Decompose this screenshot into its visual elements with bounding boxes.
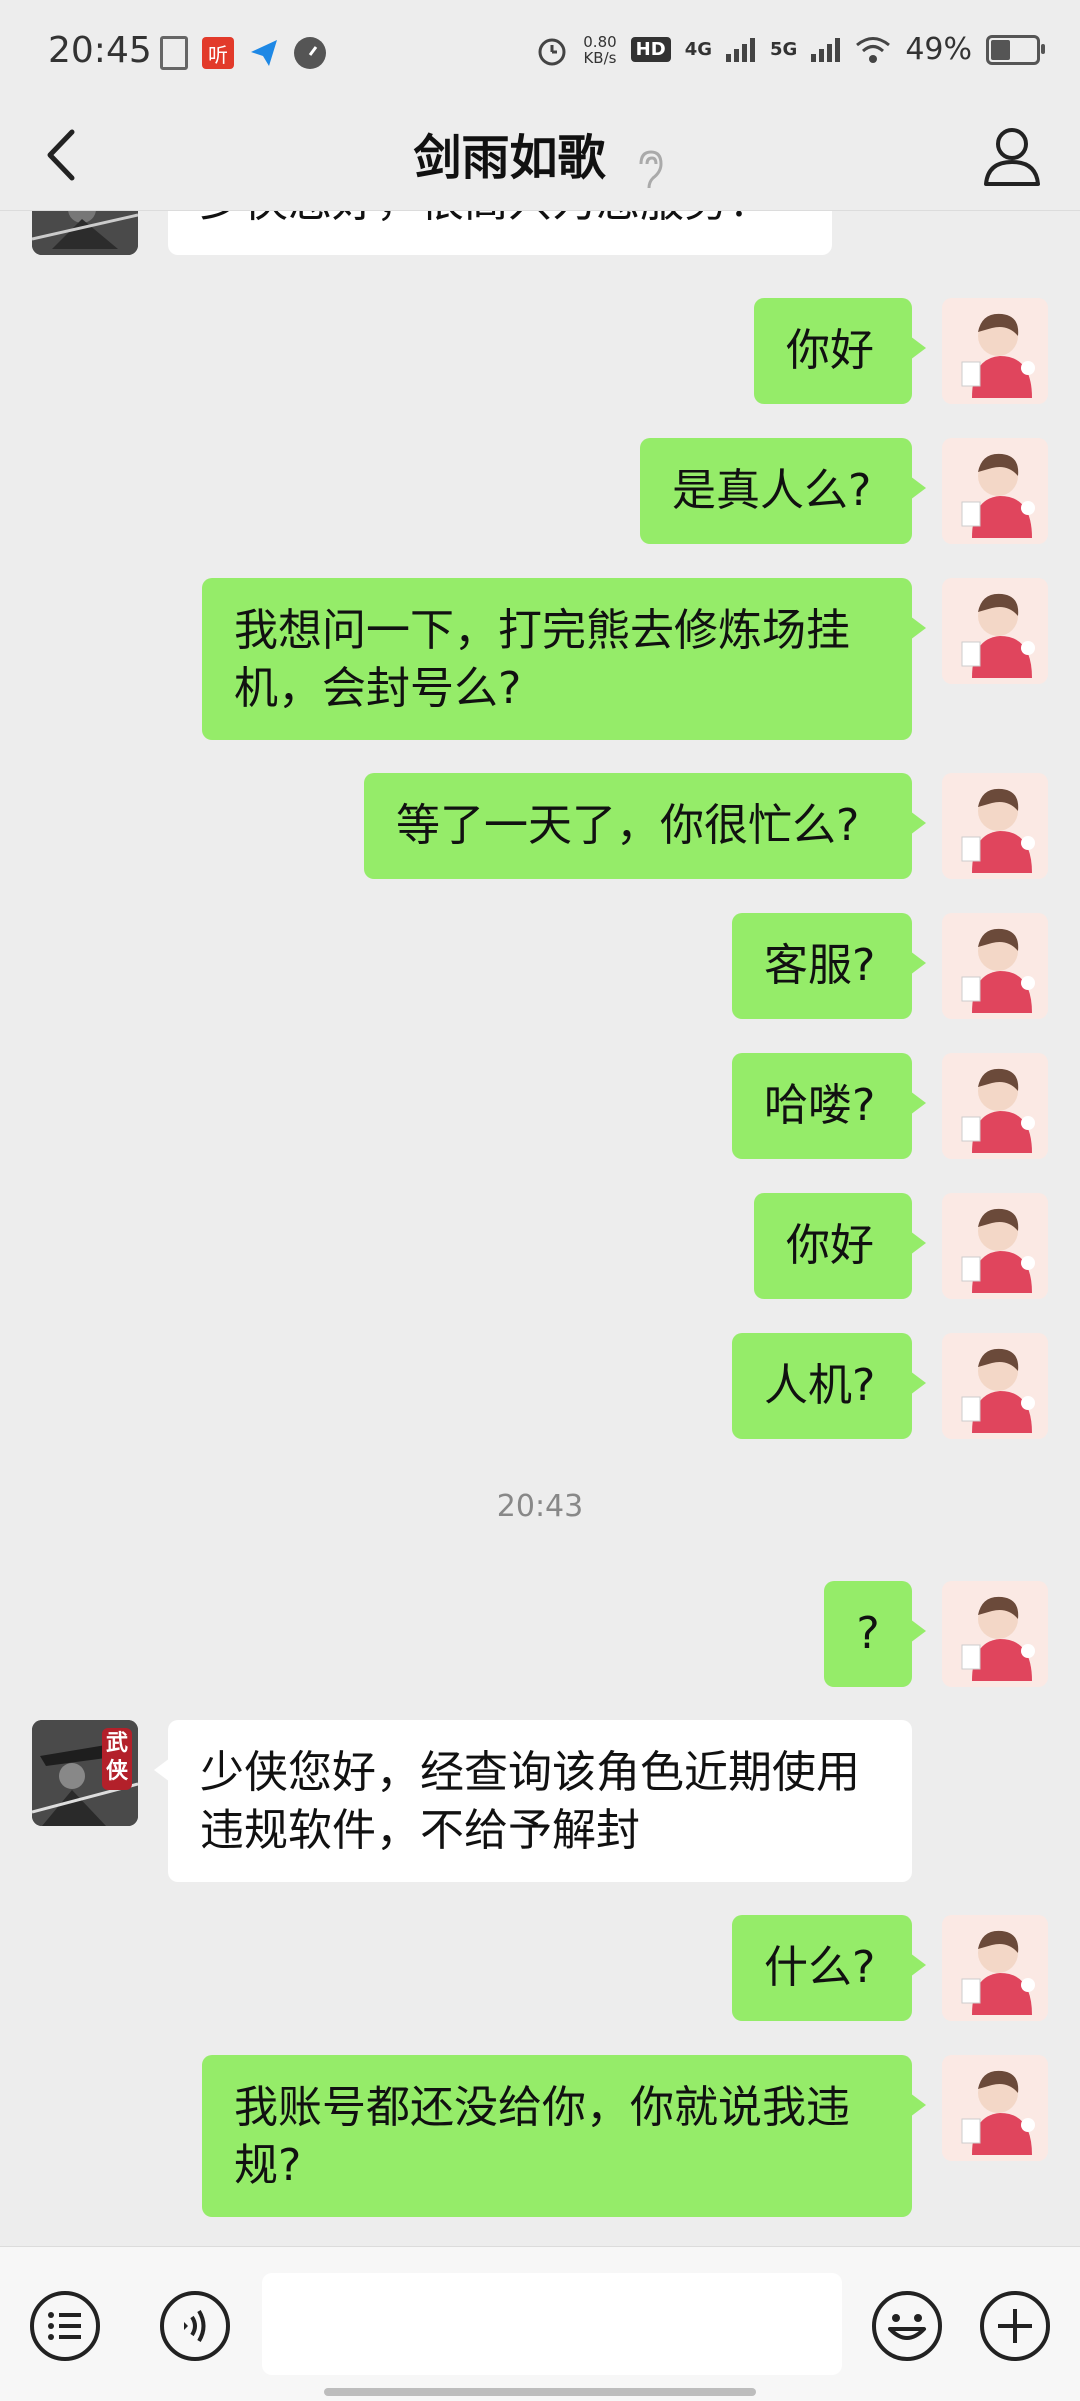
message-bubble[interactable]: ?: [824, 1581, 926, 1687]
emoji-icon: [872, 2291, 942, 2361]
user-avatar[interactable]: [942, 578, 1048, 684]
title-wrap: 剑雨如歌: [0, 118, 1080, 192]
status-bar: 20:45 听 0.80 KB/s HD 4G 5G 49%: [0, 0, 1080, 100]
user-avatar[interactable]: [942, 1193, 1048, 1299]
message-bubble[interactable]: 客服?: [732, 913, 926, 1019]
gauge-icon: [294, 37, 326, 69]
ting-app-icon: 听: [202, 37, 234, 69]
signal-bars-icon-2: [811, 37, 841, 62]
send-arrow-icon: [248, 37, 280, 69]
voice-button[interactable]: [158, 2289, 232, 2363]
user-avatar[interactable]: [942, 298, 1048, 404]
person-icon: [984, 128, 1040, 186]
battery-icon: [986, 34, 1045, 65]
message-bubble[interactable]: 少侠您好，经查询该角色近期使用违规软件，不给予解封: [154, 1720, 912, 1882]
hd-badge: HD: [630, 37, 671, 62]
user-avatar[interactable]: [942, 438, 1048, 544]
user-avatar[interactable]: [942, 1581, 1048, 1687]
service-avatar[interactable]: [32, 211, 138, 255]
menu-button[interactable]: [28, 2289, 102, 2363]
user-avatar[interactable]: [942, 913, 1048, 1019]
voice-icon: [160, 2291, 230, 2361]
profile-button[interactable]: [974, 118, 1050, 194]
sim2-signal: 5G: [770, 39, 798, 60]
sim1-signal: 4G: [684, 39, 712, 60]
signal-bars-icon: [726, 37, 755, 62]
home-indicator[interactable]: [324, 2388, 756, 2396]
chat-area[interactable]: 少侠您好，很高兴为您服务！ 你好 是真人么? 我想问一下，打完熊去修炼场挂机，会…: [0, 211, 1080, 2243]
emoji-button[interactable]: [870, 2289, 944, 2363]
plus-button[interactable]: [978, 2289, 1052, 2363]
service-avatar[interactable]: 武侠: [32, 1720, 138, 1826]
status-time: 20:45: [48, 30, 152, 71]
notification-icons: 听: [160, 36, 326, 70]
message-bubble[interactable]: 人机?: [732, 1333, 926, 1439]
document-icon: [160, 36, 188, 70]
chat-header: 剑雨如歌: [0, 100, 1080, 211]
user-avatar[interactable]: [942, 1333, 1048, 1439]
user-avatar[interactable]: [942, 1053, 1048, 1159]
user-avatar[interactable]: [942, 1915, 1048, 2021]
message-bubble[interactable]: 我想问一下，打完熊去修炼场挂机，会封号么?: [202, 578, 926, 740]
message-bubble[interactable]: 你好: [754, 298, 926, 404]
ear-icon: [639, 149, 663, 188]
list-menu-icon: [30, 2291, 100, 2361]
battery-percent: 49%: [905, 32, 972, 67]
message-bubble[interactable]: 你好: [754, 1193, 926, 1299]
user-avatar[interactable]: [942, 2055, 1048, 2161]
message-bubble[interactable]: 哈喽?: [732, 1053, 926, 1159]
status-right-icons: 0.80 KB/s HD 4G 5G 49%: [535, 32, 1045, 67]
message-bubble[interactable]: 等了一天了，你很忙么?: [364, 773, 926, 879]
message-bubble[interactable]: 是真人么?: [640, 438, 926, 544]
message-bubble[interactable]: 什么?: [732, 1915, 926, 2021]
chat-title: 剑雨如歌: [413, 130, 606, 186]
wifi-icon: [856, 36, 891, 63]
alarm-icon: [538, 38, 566, 65]
user-avatar[interactable]: [942, 773, 1048, 879]
input-bar: [0, 2246, 1080, 2401]
message-input[interactable]: [262, 2273, 842, 2375]
avatar-badge: 武侠: [105, 1731, 128, 1784]
chat-timestamp: 20:43: [496, 1489, 584, 1524]
net-speed: 0.80 KB/s: [583, 32, 617, 67]
message-bubble[interactable]: 少侠您好，很高兴为您服务！: [168, 211, 832, 255]
plus-icon: [980, 2291, 1050, 2361]
message-bubble[interactable]: 我账号都还没给你，你就说我违规?: [202, 2055, 926, 2217]
